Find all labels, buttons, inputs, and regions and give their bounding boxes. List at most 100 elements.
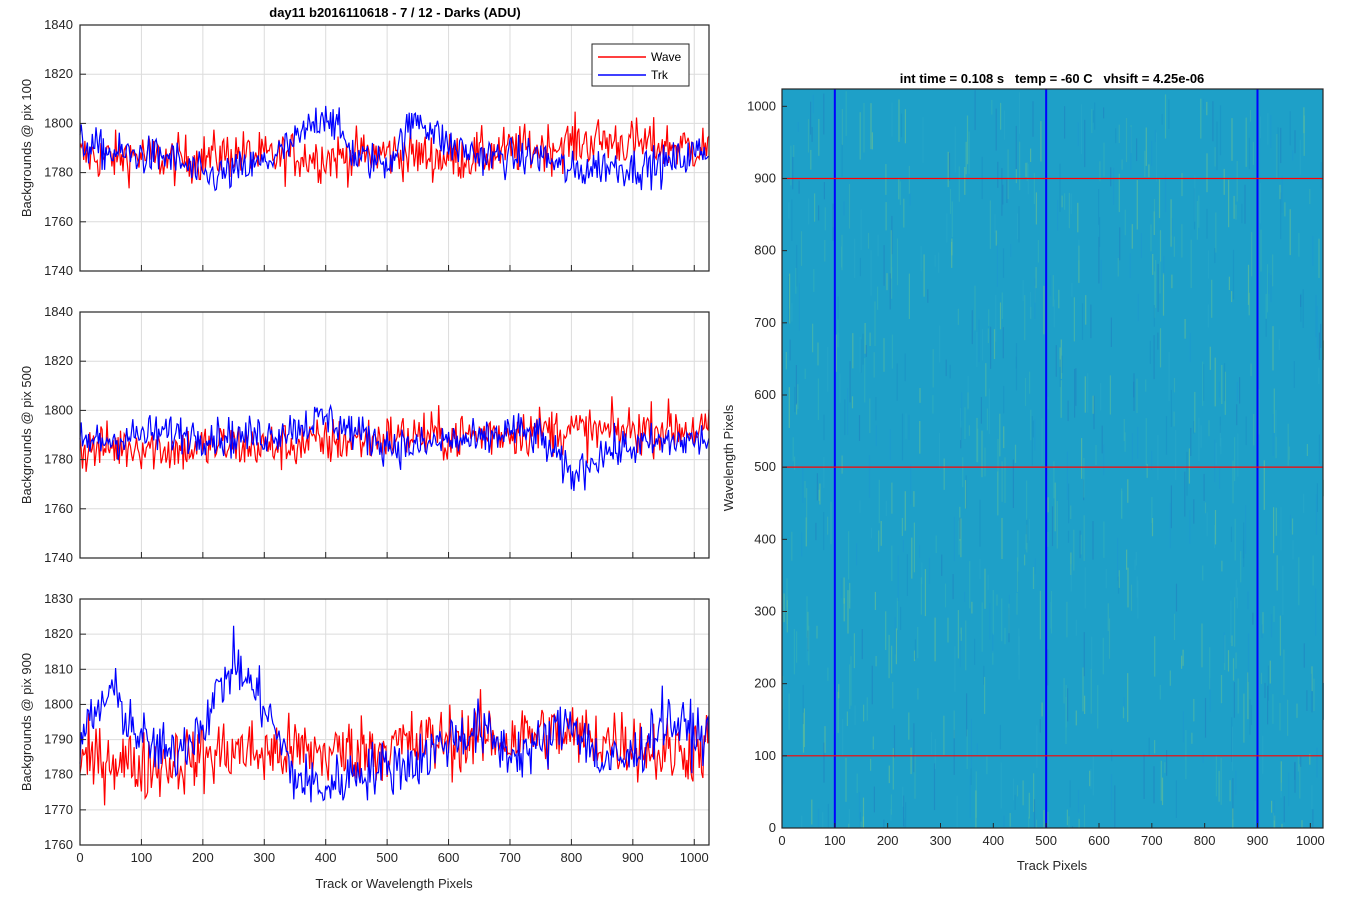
heatmap-streak — [1234, 597, 1236, 647]
heatmap-streak — [808, 625, 810, 666]
heatmap-streak — [1126, 549, 1128, 570]
heatmap-streak — [1267, 113, 1269, 145]
heatmap-streak — [1151, 518, 1154, 537]
legend: Wave Trk — [591, 43, 690, 87]
heatmap-streak — [1219, 416, 1221, 433]
heatmap-streak — [1078, 818, 1080, 828]
heatmap-streak — [990, 326, 992, 369]
heatmap-streak — [1270, 614, 1273, 638]
heatmap-streak — [1078, 239, 1080, 261]
heatmap-streak — [920, 577, 922, 615]
heatmap-streak — [896, 597, 898, 631]
heatmap-streak — [1074, 368, 1076, 418]
heatmap-streak — [902, 539, 904, 553]
heatmap-streak — [1103, 521, 1105, 558]
heatmap-streak — [798, 180, 800, 194]
heatmap-streak — [1153, 335, 1155, 380]
heatmap-streak — [1279, 702, 1281, 731]
heatmap-streak — [1155, 132, 1158, 182]
heatmap-streak — [1001, 292, 1003, 319]
heatmap-streak — [824, 207, 826, 231]
heatmap-title: int time = 0.108 s temp = -60 C vhsift =… — [900, 71, 1205, 86]
heatmap-streak — [786, 600, 788, 633]
heatmap-streak — [1153, 766, 1155, 804]
heatmap-streak — [1254, 800, 1256, 825]
heatmap-streak — [928, 557, 931, 584]
heatmap-streak — [1203, 473, 1205, 501]
heatmap-streak — [1032, 567, 1035, 589]
heatmap-streak — [1215, 442, 1217, 465]
y-tick-label: 1760 — [44, 214, 73, 229]
heatmap-streak — [976, 743, 978, 755]
x-tick-label: 200 — [877, 833, 899, 848]
heatmap-streak — [1281, 175, 1283, 213]
heatmap-streak — [1148, 737, 1150, 757]
heatmap-streak — [1145, 418, 1147, 465]
y-tick-label: 1740 — [44, 550, 73, 565]
heatmap-streak — [969, 775, 971, 818]
heatmap-streak — [974, 638, 976, 665]
heatmap-streak — [1190, 239, 1192, 288]
heatmap-streak — [1259, 116, 1262, 139]
heatmap-streak — [1220, 758, 1222, 805]
heatmap-streak — [1070, 564, 1072, 592]
heatmap-streak — [934, 255, 936, 267]
heatmap-streak — [1320, 323, 1322, 348]
heatmap-streak — [1173, 411, 1175, 427]
heatmap-streak — [1252, 612, 1254, 625]
heatmap-streak — [952, 574, 954, 600]
heatmap-streak — [823, 414, 825, 441]
heatmap-streak — [796, 403, 798, 415]
heatmap-streak — [1041, 418, 1043, 466]
heatmap-streak — [1239, 377, 1241, 404]
y-tick-label: 1760 — [44, 837, 73, 852]
heatmap-streak — [1294, 130, 1296, 154]
heatmap-streak — [1264, 682, 1266, 699]
heatmap-streak — [1143, 754, 1145, 799]
heatmap-streak — [981, 602, 983, 652]
heatmap-streak — [1232, 808, 1234, 828]
y-tick-label: 1820 — [44, 353, 73, 368]
heatmap-streak — [810, 149, 812, 170]
heatmap-streak — [1137, 293, 1139, 322]
heatmap-streak — [1056, 500, 1058, 549]
heatmap-streak — [793, 629, 795, 675]
heatmap-streak — [793, 145, 795, 158]
heatmap-streak — [1144, 150, 1146, 177]
heatmap-streak — [1022, 279, 1024, 301]
heatmap-streak — [908, 165, 910, 194]
heatmap-streak — [838, 684, 840, 699]
heatmap-streak — [1043, 285, 1045, 335]
heatmap-streak — [905, 802, 907, 828]
heatmap-streak — [1034, 558, 1036, 575]
heatmap-streak — [1083, 804, 1086, 828]
heatmap-streak — [1261, 624, 1263, 639]
heatmap-streak — [1203, 98, 1205, 110]
heatmap-streak — [984, 447, 986, 477]
heatmap-streak — [1298, 557, 1300, 606]
heatmap-streak — [1221, 560, 1223, 572]
heatmap-streak — [934, 738, 936, 770]
heatmap-streak — [865, 345, 867, 357]
heatmap-streak — [1235, 579, 1237, 599]
heatmap-streak — [885, 164, 887, 195]
heatmap-streak — [898, 177, 900, 200]
heatmap-streak — [1003, 426, 1005, 449]
heatmap-streak — [1288, 772, 1290, 807]
heatmap-streak — [856, 543, 858, 566]
heatmap-streak — [1149, 340, 1151, 364]
heatmap-streak — [1279, 615, 1281, 656]
heatmap-streak — [1122, 706, 1125, 719]
heatmap-streak — [848, 184, 851, 229]
heatmap-streak — [1015, 356, 1017, 369]
heatmap-streak — [1075, 710, 1077, 726]
x-tick-label: 800 — [1194, 833, 1216, 848]
y-tick-label: 1800 — [44, 402, 73, 417]
heatmap-streak — [1306, 690, 1308, 711]
heatmap-streak — [1302, 289, 1304, 328]
heatmap-streak — [959, 633, 961, 668]
y-tick-label: 700 — [754, 315, 776, 330]
heatmap-streak — [1175, 583, 1178, 612]
heatmap-streak — [1080, 534, 1082, 555]
heatmap-streak — [818, 119, 820, 156]
